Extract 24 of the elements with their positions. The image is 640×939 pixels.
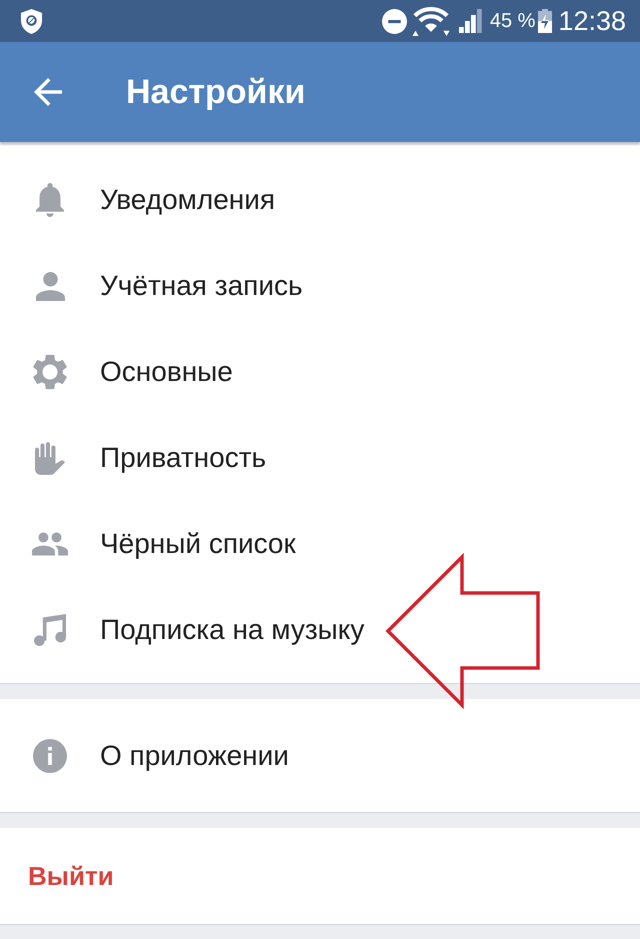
menu-item[interactable]: Основные: [0, 329, 640, 415]
settings-icon: [33, 354, 67, 390]
battery-charging-icon: [538, 9, 552, 33]
people-icon: [32, 532, 68, 556]
wifi-icon: [410, 6, 451, 36]
menu-item[interactable]: Чёрный список: [0, 501, 640, 587]
back-arrow-icon: [34, 78, 62, 106]
do-not-disturb-icon: [382, 8, 407, 34]
signal-icon: [458, 9, 483, 33]
menu-item[interactable]: Приватность: [0, 415, 640, 501]
logout-button[interactable]: Выйти: [0, 828, 640, 925]
hand-icon: [35, 442, 65, 474]
menu-item[interactable]: Учётная запись: [0, 243, 640, 329]
shield-icon: [20, 8, 43, 34]
menu-item[interactable]: Подписка на музыку: [0, 587, 640, 673]
info-icon: [33, 738, 67, 772]
clock-time: 12:38: [558, 6, 626, 36]
music-note-icon: [34, 614, 66, 646]
menu-item[interactable]: Уведомления: [0, 157, 640, 243]
battery-percent: 45 %: [490, 10, 536, 32]
person-icon: [36, 272, 64, 300]
bell-icon: [36, 183, 64, 217]
screen-title: Настройки: [126, 72, 306, 112]
menu-item[interactable]: О приложении: [0, 699, 640, 812]
